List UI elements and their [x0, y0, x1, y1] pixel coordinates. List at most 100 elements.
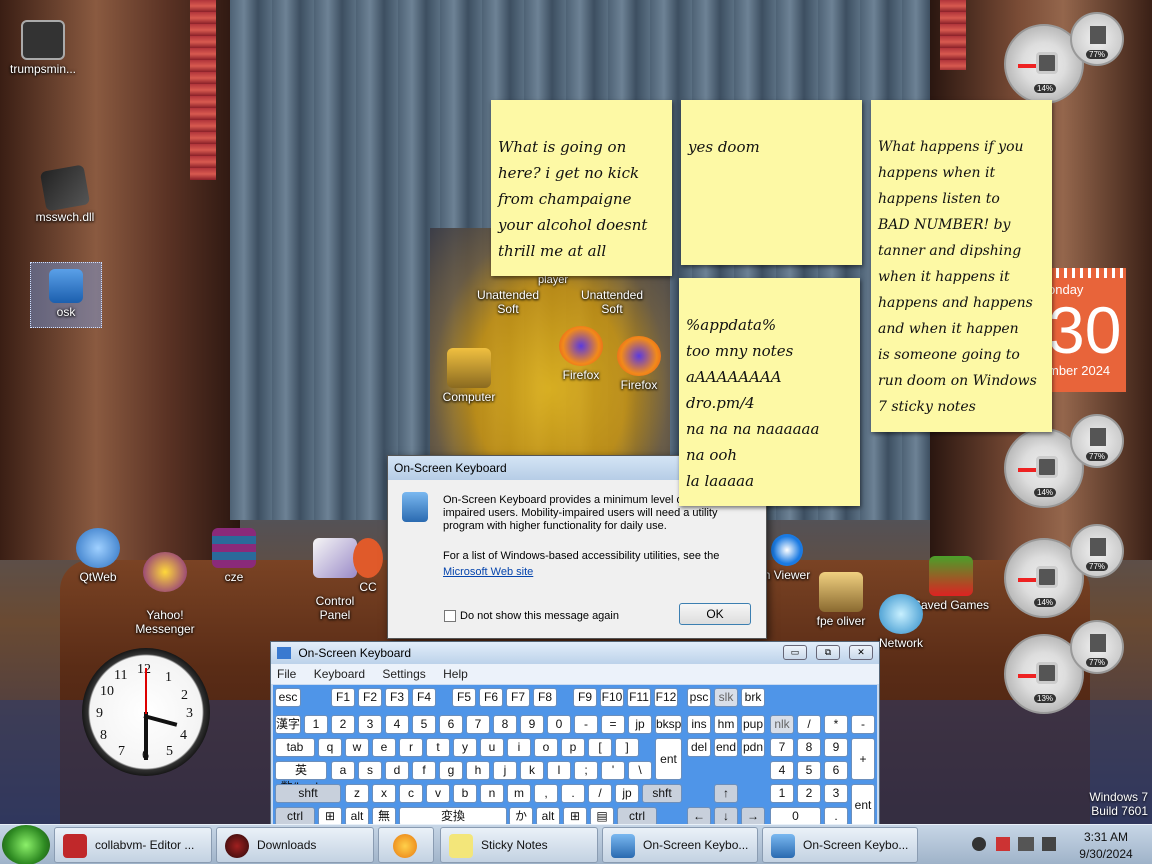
key-row3-3[interactable]: e	[372, 738, 396, 757]
memory-meter-gadget[interactable]: 77%	[1070, 414, 1124, 468]
key-row4-7[interactable]: j	[493, 761, 517, 780]
key-row2-11[interactable]: -	[574, 715, 598, 734]
key-row2-4[interactable]: 4	[385, 715, 409, 734]
sticky-note-4[interactable]: %appdata% too mny notes aAAAAAAAA dro.pm…	[679, 278, 860, 506]
key-row1-4[interactable]: F4	[412, 688, 436, 707]
taskbar-button-downloads[interactable]: Downloads	[216, 827, 374, 863]
key-row5-2[interactable]: x	[372, 784, 396, 803]
key-row3-7[interactable]: u	[480, 738, 504, 757]
key-row1-5[interactable]: F5	[452, 688, 476, 707]
clock-gadget[interactable]: 12 1 2 3 4 5 6 7 8 9 10 11	[82, 648, 210, 776]
volume-icon[interactable]	[1042, 837, 1056, 851]
key-row1-7[interactable]: F7	[506, 688, 530, 707]
key-row4-12[interactable]: \	[628, 761, 652, 780]
key-row2-16[interactable]: hm	[714, 715, 738, 734]
key-row5-0[interactable]: shft	[275, 784, 341, 803]
menu-settings[interactable]: Settings	[382, 667, 425, 681]
taskbar-button-osk-2[interactable]: On-Screen Keybo...	[762, 827, 918, 863]
key-row3-4[interactable]: r	[399, 738, 423, 757]
key-row3-10[interactable]: p	[561, 738, 585, 757]
key-row3-13[interactable]: ent	[655, 738, 682, 780]
taskbar-button-sticky-notes[interactable]: Sticky Notes	[440, 827, 598, 863]
key-row5-4[interactable]: v	[426, 784, 450, 803]
key-row3-8[interactable]: i	[507, 738, 531, 757]
key-row4-14[interactable]: 5	[797, 761, 821, 780]
key-row3-0[interactable]: tab	[275, 738, 315, 757]
key-row1-11[interactable]: F11	[627, 688, 651, 707]
key-row1-6[interactable]: F6	[479, 688, 503, 707]
key-row2-7[interactable]: 7	[466, 715, 490, 734]
taskbar-button-osk-1[interactable]: On-Screen Keybo...	[602, 827, 758, 863]
menu-help[interactable]: Help	[443, 667, 468, 681]
key-row5-11[interactable]: jp	[615, 784, 639, 803]
key-row4-11[interactable]: '	[601, 761, 625, 780]
key-row3-6[interactable]: y	[453, 738, 477, 757]
key-row3-14[interactable]: del	[687, 738, 711, 757]
key-row1-15[interactable]: brk	[741, 688, 765, 707]
key-row1-0[interactable]: esc	[275, 688, 301, 707]
key-row5-13[interactable]: ↑	[714, 784, 738, 803]
key-row5-15[interactable]: 2	[797, 784, 821, 803]
key-row4-15[interactable]: 6	[824, 761, 848, 780]
key-row3-1[interactable]: q	[318, 738, 342, 757]
key-row5-14[interactable]: 1	[770, 784, 794, 803]
maximize-button[interactable]: ⧉	[816, 645, 840, 660]
desktop-icon-cze[interactable]: cze	[191, 528, 277, 584]
key-row2-9[interactable]: 9	[520, 715, 544, 734]
menu-file[interactable]: File	[277, 667, 296, 681]
dont-show-checkbox[interactable]	[444, 610, 456, 622]
key-row3-9[interactable]: o	[534, 738, 558, 757]
key-row4-4[interactable]: f	[412, 761, 436, 780]
key-row4-1[interactable]: a	[331, 761, 355, 780]
start-button[interactable]	[2, 825, 50, 864]
key-row2-1[interactable]: 1	[304, 715, 328, 734]
key-row3-19[interactable]: 9	[824, 738, 848, 757]
key-row2-19[interactable]: /	[797, 715, 821, 734]
key-row2-13[interactable]: jp	[628, 715, 652, 734]
key-row1-13[interactable]: psc	[687, 688, 711, 707]
key-row4-6[interactable]: h	[466, 761, 490, 780]
key-row5-7[interactable]: m	[507, 784, 531, 803]
taskbar-button-collabvm[interactable]: collabvm- Editor ...	[54, 827, 212, 863]
key-row5-3[interactable]: c	[399, 784, 423, 803]
key-row2-0[interactable]: 漢字	[275, 715, 301, 734]
key-row5-9[interactable]: .	[561, 784, 585, 803]
key-row3-18[interactable]: 8	[797, 738, 821, 757]
memory-meter-gadget[interactable]: 77%	[1070, 12, 1124, 66]
key-row3-17[interactable]: 7	[770, 738, 794, 757]
key-row5-5[interactable]: b	[453, 784, 477, 803]
ok-button[interactable]: OK	[679, 603, 751, 625]
key-row3-5[interactable]: t	[426, 738, 450, 757]
desktop-icon-firefox-2[interactable]: Firefox	[596, 336, 682, 392]
close-button[interactable]: ✕	[849, 645, 873, 660]
key-row5-10[interactable]: /	[588, 784, 612, 803]
key-row3-16[interactable]: pdn	[741, 738, 765, 757]
tray-minus-icon[interactable]	[972, 837, 986, 851]
osk-titlebar[interactable]: On-Screen Keyboard ▭ ⧉ ✕	[271, 642, 879, 664]
key-row2-6[interactable]: 6	[439, 715, 463, 734]
desktop-icon-trumpsmin[interactable]: trumpsmin...	[0, 20, 86, 76]
key-row2-18[interactable]: nlk	[770, 715, 794, 734]
key-row4-9[interactable]: l	[547, 761, 571, 780]
key-row2-2[interactable]: 2	[331, 715, 355, 734]
key-row4-8[interactable]: k	[520, 761, 544, 780]
key-row1-9[interactable]: F9	[573, 688, 597, 707]
sticky-note-3[interactable]: What happens if you happens when it happ…	[871, 100, 1052, 432]
key-row2-8[interactable]: 8	[493, 715, 517, 734]
key-row1-10[interactable]: F10	[600, 688, 624, 707]
key-row1-2[interactable]: F2	[358, 688, 382, 707]
key-row5-1[interactable]: z	[345, 784, 369, 803]
key-row2-15[interactable]: ins	[687, 715, 711, 734]
key-row2-5[interactable]: 5	[412, 715, 436, 734]
key-row1-3[interactable]: F3	[385, 688, 409, 707]
key-row2-21[interactable]: -	[851, 715, 875, 734]
flag-icon[interactable]	[996, 837, 1010, 851]
tray-clock[interactable]: 3:31 AM 9/30/2024	[1066, 830, 1146, 861]
calendar-gadget[interactable]: onday 30 mber 2024	[1048, 268, 1126, 392]
taskbar-button-media[interactable]	[378, 827, 434, 863]
key-row4-3[interactable]: d	[385, 761, 409, 780]
key-row5-12[interactable]: shft	[642, 784, 682, 803]
key-row5-6[interactable]: n	[480, 784, 504, 803]
key-row4-10[interactable]: ;	[574, 761, 598, 780]
key-row3-15[interactable]: end	[714, 738, 738, 757]
